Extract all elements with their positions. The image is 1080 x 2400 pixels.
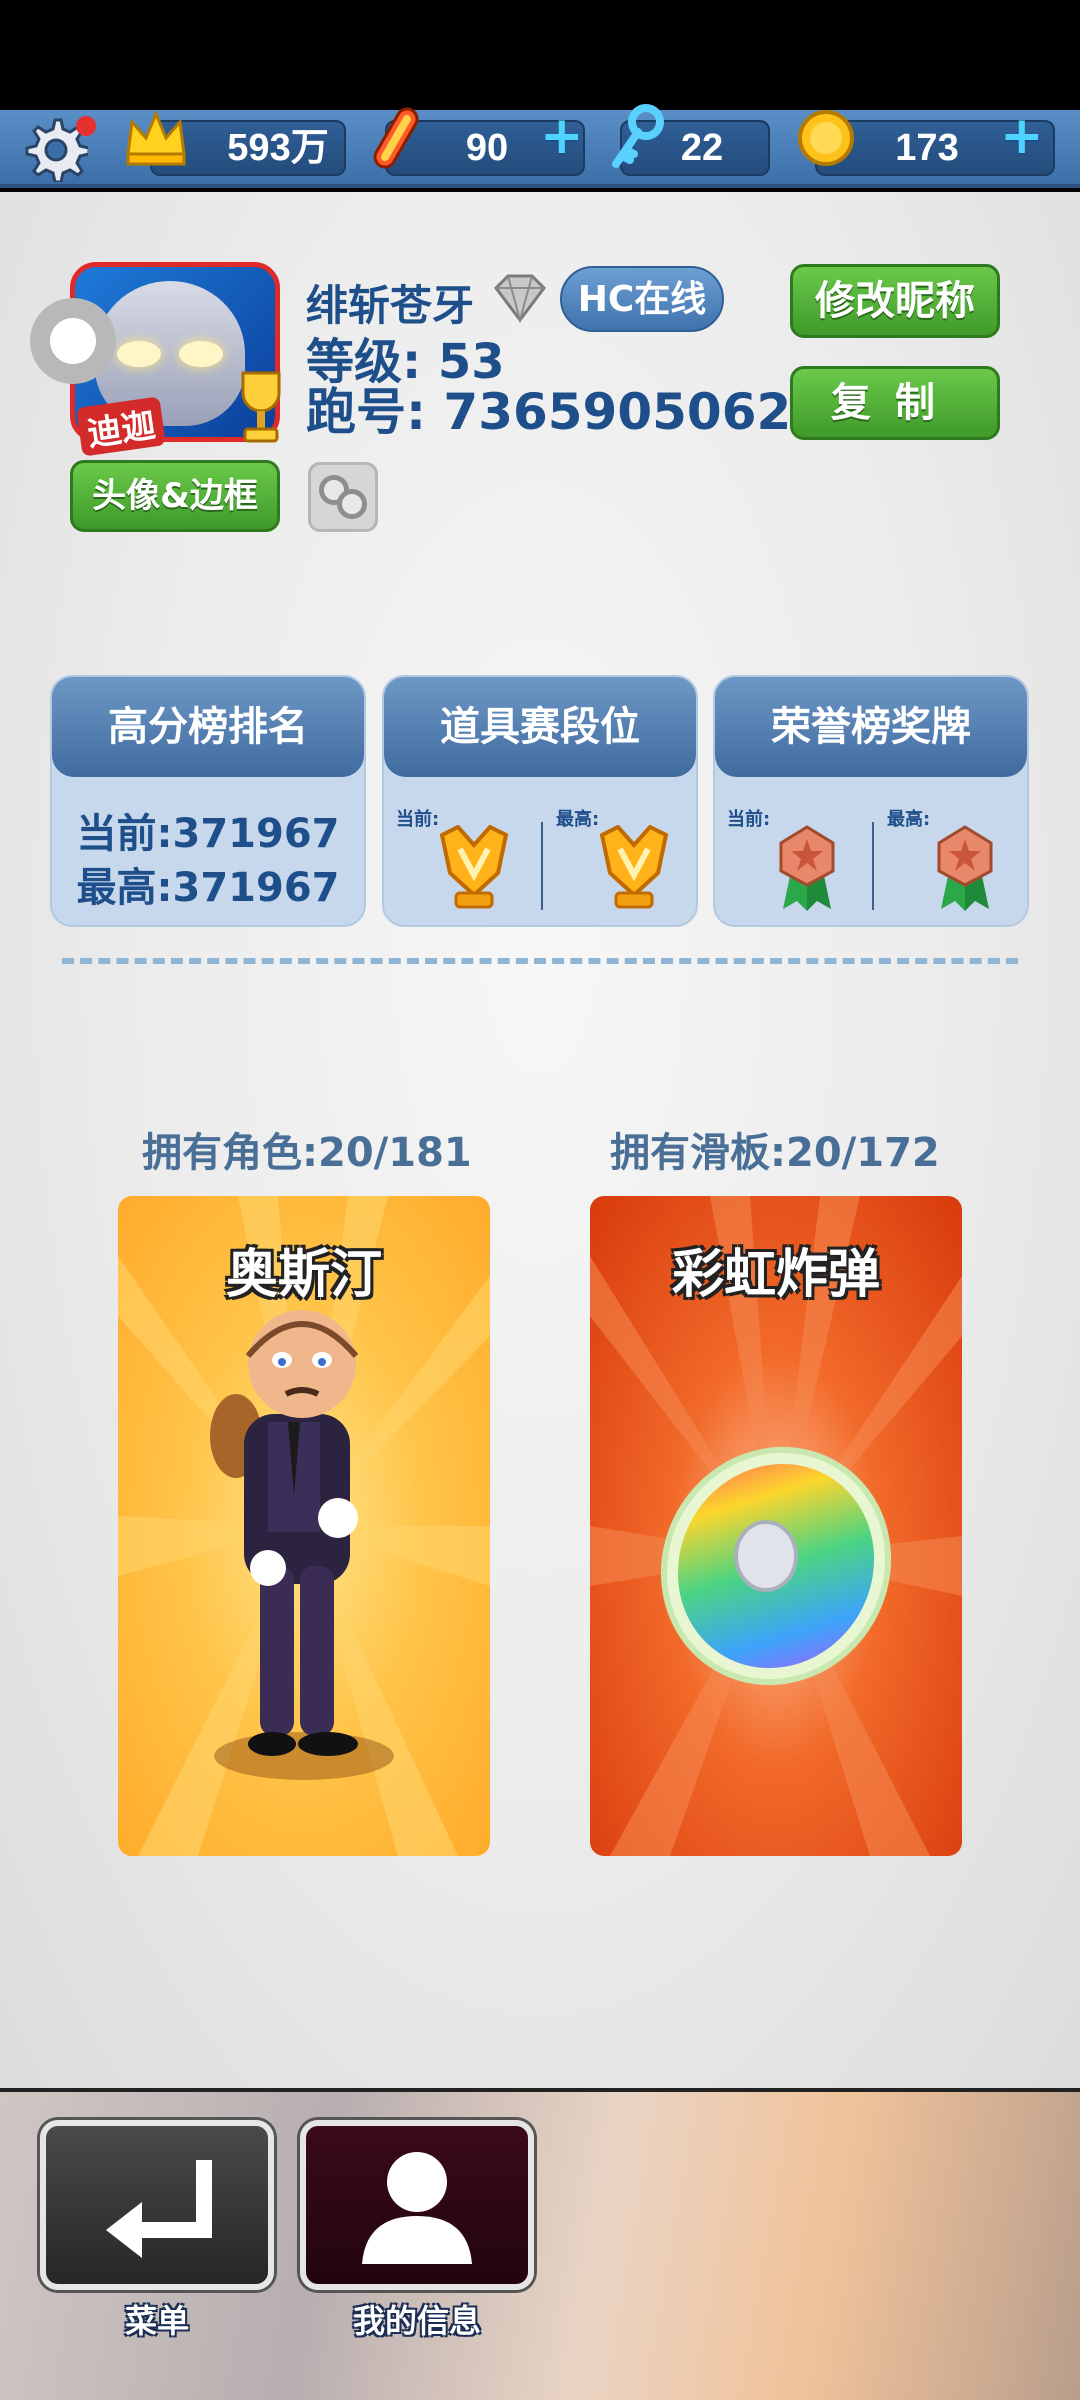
- board-value: 90: [465, 127, 509, 169]
- bronze-medal-icon: [775, 825, 839, 911]
- item-tier-current-label: 当前:: [396, 809, 440, 830]
- add-coin-button[interactable]: +: [1000, 110, 1044, 162]
- item-tier-card[interactable]: 道具赛段位 当前: 最高:: [382, 675, 698, 927]
- character-name: 奥斯汀: [225, 1245, 382, 1305]
- player-run-id: 跑号: 7365905062: [306, 383, 792, 441]
- honor-medal-best-label: 最高:: [887, 809, 931, 830]
- medal-display-icon[interactable]: [308, 462, 378, 532]
- gold-tier-badge-icon: [434, 824, 514, 911]
- gold-tier-badge-best-icon: [594, 824, 674, 911]
- board-name: 彩虹炸弹: [671, 1245, 880, 1305]
- notification-dot: [76, 116, 96, 136]
- bronze-medal-best-icon: [933, 825, 997, 911]
- avatar-frame-button[interactable]: 头像&边框: [70, 460, 280, 532]
- honor-medal-title: 荣誉榜奖牌: [715, 677, 1027, 777]
- item-tier-divider: [541, 822, 543, 910]
- crown-icon: [120, 102, 192, 174]
- resource-bar: 593万 90 + 22 173 +: [0, 104, 1080, 188]
- avatar-toggle[interactable]: [30, 298, 116, 384]
- bottom-nav: 菜单 我的信息: [0, 2088, 1080, 2400]
- board-showcase[interactable]: 彩虹炸弹: [590, 1196, 962, 1856]
- my-info-label: 我的信息: [352, 2302, 481, 2340]
- my-info-button[interactable]: [300, 2120, 534, 2290]
- trophy-icon: [233, 367, 289, 447]
- edit-nickname-button[interactable]: 修改昵称: [790, 264, 1000, 338]
- honor-medal-divider: [872, 822, 874, 910]
- settings-gear-icon[interactable]: [22, 116, 98, 184]
- avatar-eye-right: [179, 341, 223, 367]
- coin-icon: [790, 102, 862, 174]
- status-bar: [0, 0, 1080, 110]
- avatar-eye-left: [117, 341, 161, 367]
- owned-boards-count: 拥有滑板:20/172: [610, 1130, 940, 1176]
- score-rank-title: 高分榜排名: [52, 677, 364, 777]
- menu-label: 菜单: [124, 2302, 189, 2340]
- coin-value: 173: [895, 127, 959, 169]
- honor-medal-card[interactable]: 荣誉榜奖牌 当前: 最高:: [713, 675, 1029, 927]
- score-rank-best: 最高:371967: [76, 865, 340, 911]
- add-board-button[interactable]: +: [540, 110, 584, 162]
- honor-medal-current-label: 当前:: [727, 809, 771, 830]
- return-arrow-icon: [106, 2160, 212, 2258]
- menu-button[interactable]: [40, 2120, 274, 2290]
- section-divider: [62, 958, 1018, 964]
- item-tier-best-label: 最高:: [556, 809, 600, 830]
- item-tier-title: 道具赛段位: [384, 677, 696, 777]
- owned-characters-count: 拥有角色:20/181: [142, 1130, 472, 1176]
- online-status-badge: HC在线: [560, 266, 724, 332]
- key-icon: [600, 102, 672, 174]
- score-rank-card[interactable]: 高分榜排名 当前:371967 最高:371967: [50, 675, 366, 927]
- crown-value: 593万: [227, 127, 329, 169]
- diamond-rank-icon: [490, 270, 550, 326]
- character-showcase[interactable]: 奥斯汀: [118, 1196, 490, 1856]
- user-icon: [362, 2152, 472, 2264]
- copy-id-button[interactable]: 复制: [790, 366, 1000, 440]
- score-rank-current: 当前:371967: [76, 811, 340, 857]
- hoverboard-icon: [360, 102, 432, 174]
